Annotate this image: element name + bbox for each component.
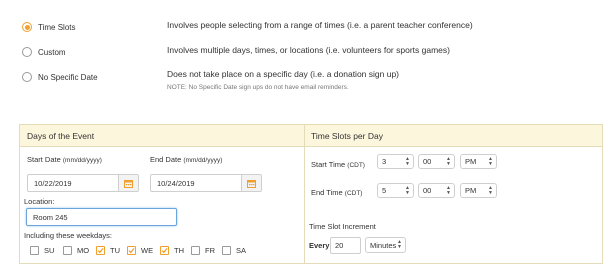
end-hour-select[interactable]: 5 ▲ ▼ <box>377 183 414 198</box>
increment-unit-value: Minutes <box>370 240 397 250</box>
weekdays-label: Including these weekdays: <box>24 231 112 240</box>
weekday-fr[interactable]: FR <box>191 246 215 255</box>
no-specific-date-description: Does not take place on a specific day (i… <box>167 69 400 79</box>
weekday-tu[interactable]: TU <box>96 246 120 255</box>
increment-unit-select[interactable]: Minutes ▲ ▼ <box>365 237 406 253</box>
weekday-th-checkbox[interactable] <box>160 246 169 255</box>
no-specific-date-note: NOTE: No Specific Date sign ups do not h… <box>167 84 349 91</box>
start-minute-value: 00 <box>423 157 432 166</box>
end-date-label-text: End Date <box>150 155 182 164</box>
every-label: Every <box>309 241 330 250</box>
start-hour-value: 3 <box>382 157 387 166</box>
end-date-hint: (mm/dd/yyyy) <box>183 157 223 164</box>
weekday-we[interactable]: WE <box>127 246 153 255</box>
end-time-label: End Time (CDT) <box>311 188 362 197</box>
start-date-input[interactable]: 10/22/2019 <box>27 174 139 192</box>
days-heading: Days of the Event <box>27 131 95 141</box>
weekday-mo-checkbox[interactable] <box>63 246 72 255</box>
weekday-mo[interactable]: MO <box>63 246 89 255</box>
option-custom[interactable]: Custom <box>22 47 66 57</box>
weekday-sa-label: SA <box>236 246 247 255</box>
select-arrows-icon: ▲ ▼ <box>488 184 493 196</box>
end-time-label-text: End Time <box>311 188 343 197</box>
start-date-label: Start Date (mm/dd/yyyy) <box>27 155 102 164</box>
start-date-label-text: Start Date <box>27 155 61 164</box>
weekday-fr-label: FR <box>205 246 215 255</box>
custom-radio[interactable] <box>22 47 32 57</box>
weekday-tu-checkbox[interactable] <box>96 246 105 255</box>
start-minute-select[interactable]: 00 ▲ ▼ <box>418 154 455 169</box>
custom-description: Involves multiple days, times, or locati… <box>167 45 450 55</box>
increment-value-input[interactable]: 20 <box>330 237 361 254</box>
weekday-su-checkbox[interactable] <box>30 246 39 255</box>
end-date-input[interactable]: 10/24/2019 <box>150 174 262 192</box>
weekday-su-label: SU <box>44 246 55 255</box>
start-ampm-select[interactable]: PM ▲ ▼ <box>460 154 497 169</box>
start-date-hint: (mm/dd/yyyy) <box>62 157 102 164</box>
start-time-label-text: Start Time <box>311 160 346 169</box>
end-time-timezone: (CDT) <box>344 190 363 197</box>
checkmark-icon <box>128 247 135 254</box>
location-input[interactable]: Room 245 <box>26 208 177 226</box>
end-minute-value: 00 <box>423 186 432 195</box>
select-arrows-icon: ▲ ▼ <box>397 239 402 250</box>
slots-heading: Time Slots per Day <box>311 131 383 141</box>
start-hour-select[interactable]: 3 ▲ ▼ <box>377 154 414 169</box>
start-date-value: 10/22/2019 <box>34 178 72 188</box>
time-slots-radio[interactable] <box>22 22 32 32</box>
end-date-label: End Date (mm/dd/yyyy) <box>150 155 222 164</box>
end-date-calendar-button[interactable] <box>241 175 261 191</box>
weekday-sa-checkbox[interactable] <box>222 246 231 255</box>
select-arrows-icon: ▲ ▼ <box>405 155 410 167</box>
end-hour-value: 5 <box>382 186 387 195</box>
no-specific-date-radio[interactable] <box>22 72 32 82</box>
end-date-value: 10/24/2019 <box>157 178 195 188</box>
location-label: Location: <box>24 197 55 206</box>
weekday-fr-checkbox[interactable] <box>191 246 200 255</box>
select-arrows-icon: ▲ ▼ <box>488 155 493 167</box>
weekday-tu-label: TU <box>110 246 120 255</box>
weekday-we-checkbox[interactable] <box>127 246 136 255</box>
start-time-timezone: (CDT) <box>347 162 365 169</box>
custom-label: Custom <box>38 47 66 57</box>
weekday-su[interactable]: SU <box>30 246 54 255</box>
checkmark-icon <box>161 247 168 254</box>
option-no-specific-date[interactable]: No Specific Date <box>22 72 98 82</box>
end-minute-select[interactable]: 00 ▲ ▼ <box>418 183 455 198</box>
checkmark-icon <box>97 247 104 254</box>
increment-value: 20 <box>335 241 344 250</box>
start-date-calendar-button[interactable] <box>118 175 138 191</box>
select-arrows-icon: ▲ ▼ <box>446 155 451 167</box>
calendar-icon <box>124 179 133 188</box>
location-value: Room 245 <box>33 212 68 222</box>
weekday-th-label: TH <box>174 246 184 255</box>
option-time-slots[interactable]: Time Slots <box>22 22 76 32</box>
weekday-th[interactable]: TH <box>160 246 184 255</box>
calendar-icon <box>247 179 256 188</box>
start-ampm-value: PM <box>465 157 477 166</box>
no-specific-date-label: No Specific Date <box>38 72 98 82</box>
end-ampm-value: PM <box>465 186 477 195</box>
time-slots-label: Time Slots <box>38 22 76 32</box>
start-time-label: Start Time (CDT) <box>311 160 365 169</box>
end-ampm-select[interactable]: PM ▲ ▼ <box>460 183 497 198</box>
time-slots-description: Involves people selecting from a range o… <box>167 20 473 30</box>
weekday-mo-label: MO <box>77 246 90 255</box>
select-arrows-icon: ▲ ▼ <box>446 184 451 196</box>
increment-label: Time Slot Increment <box>309 222 376 231</box>
panel-divider <box>304 125 305 263</box>
select-arrows-icon: ▲ ▼ <box>405 184 410 196</box>
weekday-sa[interactable]: SA <box>222 246 246 255</box>
weekday-we-label: WE <box>141 246 154 255</box>
